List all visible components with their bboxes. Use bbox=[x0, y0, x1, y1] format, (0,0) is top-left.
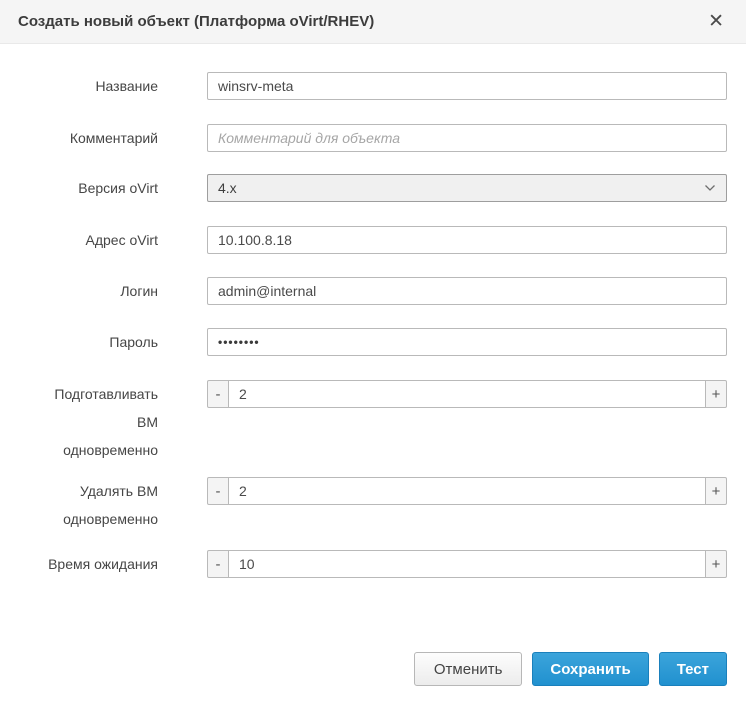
delete-concurrency-control: - + bbox=[207, 477, 727, 505]
minus-icon[interactable]: - bbox=[207, 550, 229, 578]
name-input[interactable] bbox=[207, 72, 727, 100]
comment-label: Комментарий bbox=[69, 130, 158, 146]
form-row-comment: Комментарий bbox=[18, 124, 727, 152]
dialog-header: Создать новый объект (Платформа oVirt/RH… bbox=[0, 0, 746, 44]
ovirt-version-select[interactable]: 4.x bbox=[207, 174, 727, 202]
provision-concurrency-label: Подготавливать ВМ одновременно bbox=[54, 386, 158, 458]
save-button[interactable]: Сохранить bbox=[532, 652, 649, 686]
delete-concurrency-stepper: - + bbox=[207, 477, 727, 505]
version-control: 4.x bbox=[207, 174, 727, 202]
form-row-version: Версия oVirt 4.x bbox=[18, 174, 727, 202]
version-label: Версия oVirt bbox=[78, 180, 158, 196]
login-control bbox=[207, 277, 727, 305]
timeout-label: Время ожидания bbox=[48, 556, 158, 572]
login-label: Логин bbox=[120, 283, 158, 299]
timeout-control: - + bbox=[207, 550, 727, 578]
address-control bbox=[207, 226, 727, 254]
password-label: Пароль bbox=[109, 334, 158, 350]
form-row-timeout: Время ожидания - + bbox=[18, 550, 727, 578]
form-row-password: Пароль bbox=[18, 328, 727, 356]
provision-concurrency-control: - + bbox=[207, 380, 727, 408]
delete-concurrency-label: Удалять ВМ одновременно bbox=[63, 483, 158, 527]
minus-icon[interactable]: - bbox=[207, 477, 229, 505]
password-input[interactable] bbox=[207, 328, 727, 356]
create-object-dialog: Создать новый объект (Платформа oVirt/RH… bbox=[0, 0, 746, 703]
plus-icon[interactable]: + bbox=[705, 550, 727, 578]
delete-concurrency-input[interactable] bbox=[228, 477, 706, 505]
dialog-body: Название Комментарий Версия oVirt 4.x bbox=[0, 44, 746, 578]
form-row-login: Логин bbox=[18, 277, 727, 305]
address-input[interactable] bbox=[207, 226, 727, 254]
comment-control bbox=[207, 124, 727, 152]
ovirt-version-value: 4.x bbox=[218, 180, 237, 196]
chevron-down-icon bbox=[704, 184, 716, 192]
test-button[interactable]: Тест bbox=[658, 652, 727, 686]
dialog-footer: Отменить Сохранить Тест bbox=[0, 652, 746, 686]
form-row-name: Название bbox=[18, 72, 727, 100]
comment-input[interactable] bbox=[207, 124, 727, 152]
plus-icon[interactable]: + bbox=[705, 380, 727, 408]
password-control bbox=[207, 328, 727, 356]
cancel-button[interactable]: Отменить bbox=[413, 652, 523, 686]
login-input[interactable] bbox=[207, 277, 727, 305]
timeout-input[interactable] bbox=[228, 550, 706, 578]
dialog-title: Создать новый объект (Платформа oVirt/RH… bbox=[18, 13, 375, 30]
close-icon[interactable]: ✕ bbox=[704, 10, 728, 33]
timeout-stepper: - + bbox=[207, 550, 727, 578]
provision-concurrency-input[interactable] bbox=[228, 380, 706, 408]
address-label: Адрес oVirt bbox=[85, 232, 158, 248]
form-row-address: Адрес oVirt bbox=[18, 226, 727, 254]
name-label: Название bbox=[95, 78, 158, 94]
minus-icon[interactable]: - bbox=[207, 380, 229, 408]
form-row-provision-concurrency: Подготавливать ВМ одновременно - + bbox=[18, 380, 727, 464]
plus-icon[interactable]: + bbox=[705, 477, 727, 505]
provision-concurrency-stepper: - + bbox=[207, 380, 727, 408]
form-row-delete-concurrency: Удалять ВМ одновременно - + bbox=[18, 477, 727, 533]
name-control bbox=[207, 72, 727, 100]
